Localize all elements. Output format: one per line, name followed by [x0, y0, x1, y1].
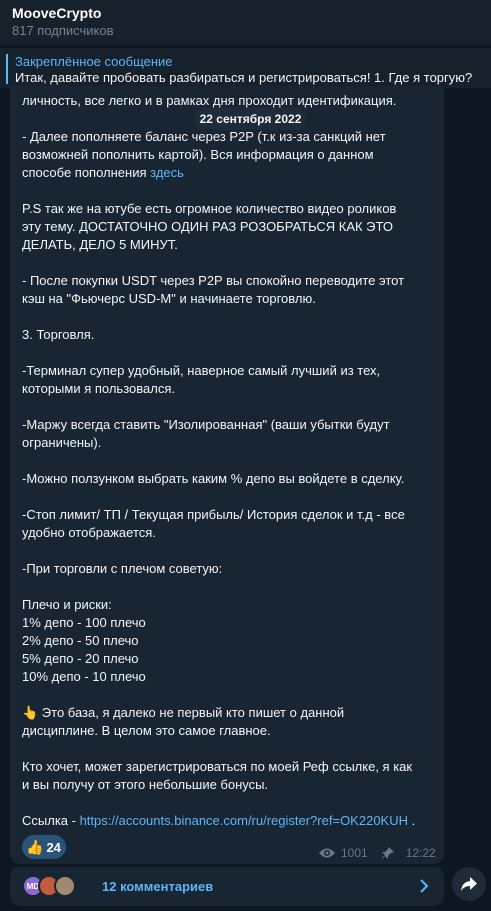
commenter-avatars: MD — [22, 875, 86, 897]
thumbs-up-icon: 👍 — [26, 838, 44, 855]
share-icon — [461, 877, 477, 891]
pinned-title: Закреплённое сообщение — [15, 54, 173, 69]
message-line: кэш на "Фьючерс USD-M" и начинаете торго… — [22, 291, 316, 306]
message-line: возможней пополнить картой). Вся информа… — [22, 147, 374, 162]
comments-button[interactable]: MD 12 комментариев — [10, 866, 444, 906]
referral-link[interactable]: https://accounts.binance.com/ru/register… — [80, 813, 408, 828]
message-line: -При торговли с плечом советую: — [22, 561, 223, 576]
channel-title: MooveCrypto — [12, 5, 102, 21]
reaction-count: 24 — [46, 839, 61, 855]
message-line: способе пополнения здесь — [22, 165, 184, 180]
pinned-message-bar[interactable]: Закреплённое сообщение Итак, давайте про… — [0, 48, 491, 88]
message-line: Кто хочет, может зарегистрироваться по м… — [22, 759, 413, 774]
message-line: -Маржу всегда ставить "Изолированная" (в… — [22, 417, 390, 432]
message-line: 3. Торговля. — [22, 327, 95, 342]
message-line: 5% депо - 20 плечо — [22, 651, 139, 666]
message-line: P.S так же на ютубе есть огромное количе… — [22, 201, 397, 216]
message-line: 1% депо - 100 плечо — [22, 615, 146, 630]
message-line: -Можно ползунком выбрать каким % депо вы… — [22, 471, 405, 486]
comments-label: 12 комментариев — [102, 878, 214, 894]
message-line: - Далее пополняете баланс через P2P (т.к… — [22, 129, 386, 144]
message-line: эту тему. ДОСТАТОЧНО ОДИН РАЗ РОЗОБРАТЬС… — [22, 219, 393, 234]
message-meta: 1001 12:22 — [318, 844, 438, 862]
message-line: Плечо и риски: — [22, 597, 112, 612]
message-line: дисциплине. В целом это самое главное. — [22, 723, 271, 738]
point-up-emoji: 👆 — [22, 705, 39, 720]
message-text: личность, все легко и в рамках дня прохо… — [22, 92, 437, 830]
pin-icon — [381, 847, 394, 859]
message-line: Ссылка - https://accounts.binance.com/ru… — [22, 813, 416, 828]
view-count: 1001 — [341, 846, 368, 860]
message-line: -Терминал супер удобный, наверное самый … — [22, 363, 381, 378]
message-time: 12:22 — [405, 846, 436, 860]
link-here[interactable]: здесь — [150, 165, 184, 180]
message-line: 10% депо - 10 плечо — [22, 669, 146, 684]
pinned-text: Итак, давайте пробовать разбираться и ре… — [15, 70, 473, 85]
message-line: ограничены). — [22, 435, 102, 450]
eye-icon — [319, 848, 335, 858]
avatar — [54, 875, 76, 897]
channel-header[interactable]: MooveCrypto 817 подписчиков — [0, 0, 491, 45]
message-line: которыми я пользовался. — [22, 381, 175, 396]
message-bubble: личность, все легко и в рамках дня прохо… — [10, 86, 444, 864]
message-line: 👆 Это база, я далеко не первый кто пишет… — [22, 705, 345, 720]
message-line: удобно отображается. — [22, 525, 156, 540]
message-line: ДЕЛАТЬ, ДЕЛО 5 МИНУТ. — [22, 237, 178, 252]
share-button[interactable] — [452, 867, 486, 901]
message-line: и вы получу от этого небольшие бонусы. — [22, 777, 269, 792]
message-line: -Стоп лимит/ ТП / Текущая прибыль/ Истор… — [22, 507, 405, 522]
subscriber-count: 817 подписчиков — [12, 23, 114, 38]
reaction-badge[interactable]: 👍 24 — [22, 835, 66, 859]
date-separator: 22 сентября 2022 — [194, 108, 307, 130]
message-line: - После покупки USDT через P2P вы спокой… — [22, 273, 405, 288]
message-line: 2% депо - 50 плечо — [22, 633, 139, 648]
chevron-right-icon — [420, 879, 429, 893]
